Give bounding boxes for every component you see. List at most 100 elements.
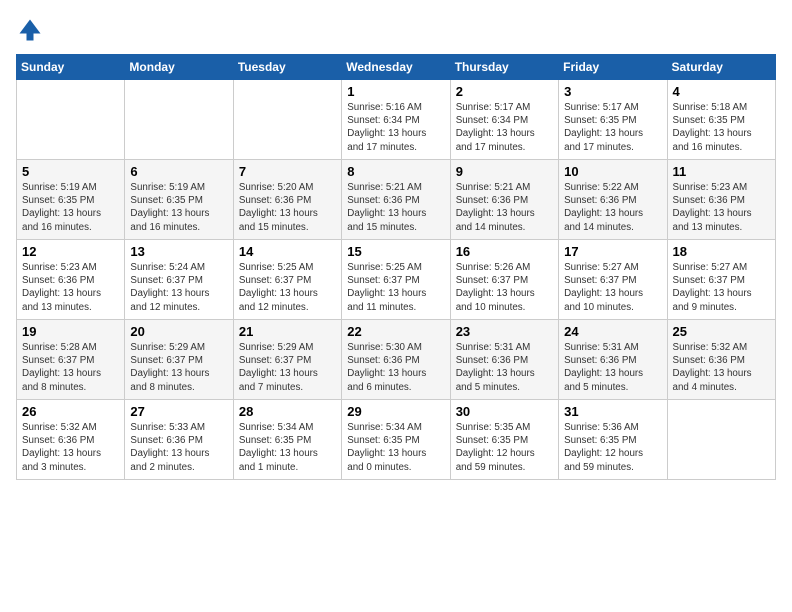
calendar-cell: 28Sunrise: 5:34 AM Sunset: 6:35 PM Dayli… bbox=[233, 400, 341, 480]
calendar-cell: 1 Sunrise: 5:16 AM Sunset: 6:34 PM Daylig… bbox=[342, 80, 450, 160]
calendar-cell: 31 Sunrise: 5:36 AM Sunset: 6:35 PM Dayli… bbox=[559, 400, 667, 480]
day-number: 15 bbox=[347, 244, 444, 259]
day-number: 29 bbox=[347, 404, 444, 419]
calendar-cell: 16Sunrise: 5:26 AM Sunset: 6:37 PM Dayli… bbox=[450, 240, 558, 320]
calendar-cell: 25 Sunrise: 5:32 AM Sunset: 6:36 PM Dayli… bbox=[667, 320, 775, 400]
day-info: Sunrise: 5:21 AM Sunset: 6:36 PM Dayligh… bbox=[456, 181, 553, 234]
day-info: Sunrise: 5:29 AM Sunset: 6:37 PM Dayligh… bbox=[239, 341, 336, 394]
calendar-table: SundayMondayTuesdayWednesdayThursdayFrid… bbox=[16, 54, 776, 480]
day-info: Sunrise: 5:20 AM Sunset: 6:36 PM Dayligh… bbox=[239, 181, 336, 234]
day-number: 24 bbox=[564, 324, 661, 339]
calendar-cell: 30 Sunrise: 5:35 AM Sunset: 6:35 PM Dayli… bbox=[450, 400, 558, 480]
calendar-cell bbox=[667, 400, 775, 480]
calendar-cell: 10 Sunrise: 5:22 AM Sunset: 6:36 PM Dayli… bbox=[559, 160, 667, 240]
day-info: Sunrise: 5:21 AM Sunset: 6:36 PM Dayligh… bbox=[347, 181, 444, 234]
calendar-cell: 11 Sunrise: 5:23 AM Sunset: 6:36 PM Dayli… bbox=[667, 160, 775, 240]
day-info: Sunrise: 5:27 AM Sunset: 6:37 PM Dayligh… bbox=[564, 261, 661, 314]
day-number: 5 bbox=[22, 164, 119, 179]
calendar-cell: 24 Sunrise: 5:31 AM Sunset: 6:36 PM Dayli… bbox=[559, 320, 667, 400]
day-number: 6 bbox=[130, 164, 227, 179]
day-number: 31 bbox=[564, 404, 661, 419]
day-info: Sunrise: 5:30 AM Sunset: 6:36 PM Dayligh… bbox=[347, 341, 444, 394]
day-info: Sunrise: 5:34 AM Sunset: 6:35 PM Dayligh… bbox=[347, 421, 444, 474]
day-number: 7 bbox=[239, 164, 336, 179]
day-number: 13 bbox=[130, 244, 227, 259]
day-number: 4 bbox=[673, 84, 770, 99]
logo bbox=[16, 16, 48, 44]
day-info: Sunrise: 5:29 AM Sunset: 6:37 PM Dayligh… bbox=[130, 341, 227, 394]
calendar-cell: 29 Sunrise: 5:34 AM Sunset: 6:35 PM Dayli… bbox=[342, 400, 450, 480]
day-info: Sunrise: 5:23 AM Sunset: 6:36 PM Dayligh… bbox=[22, 261, 119, 314]
col-header-saturday: Saturday bbox=[667, 55, 775, 80]
col-header-sunday: Sunday bbox=[17, 55, 125, 80]
day-number: 11 bbox=[673, 164, 770, 179]
day-info: Sunrise: 5:32 AM Sunset: 6:36 PM Dayligh… bbox=[673, 341, 770, 394]
calendar-cell bbox=[17, 80, 125, 160]
day-number: 2 bbox=[456, 84, 553, 99]
day-number: 8 bbox=[347, 164, 444, 179]
day-number: 3 bbox=[564, 84, 661, 99]
logo-icon bbox=[16, 16, 44, 44]
calendar-cell: 23 Sunrise: 5:31 AM Sunset: 6:36 PM Dayli… bbox=[450, 320, 558, 400]
day-number: 21 bbox=[239, 324, 336, 339]
day-number: 23 bbox=[456, 324, 553, 339]
day-number: 30 bbox=[456, 404, 553, 419]
calendar-cell: 3 Sunrise: 5:17 AM Sunset: 6:35 PM Daylig… bbox=[559, 80, 667, 160]
day-info: Sunrise: 5:18 AM Sunset: 6:35 PM Dayligh… bbox=[673, 101, 770, 154]
day-info: Sunrise: 5:22 AM Sunset: 6:36 PM Dayligh… bbox=[564, 181, 661, 234]
day-number: 1 bbox=[347, 84, 444, 99]
day-info: Sunrise: 5:31 AM Sunset: 6:36 PM Dayligh… bbox=[564, 341, 661, 394]
day-number: 20 bbox=[130, 324, 227, 339]
day-info: Sunrise: 5:23 AM Sunset: 6:36 PM Dayligh… bbox=[673, 181, 770, 234]
calendar-cell: 19 Sunrise: 5:28 AM Sunset: 6:37 PM Dayli… bbox=[17, 320, 125, 400]
calendar-cell: 21 Sunrise: 5:29 AM Sunset: 6:37 PM Dayli… bbox=[233, 320, 341, 400]
calendar-cell: 18 Sunrise: 5:27 AM Sunset: 6:37 PM Dayli… bbox=[667, 240, 775, 320]
day-info: Sunrise: 5:33 AM Sunset: 6:36 PM Dayligh… bbox=[130, 421, 227, 474]
day-number: 12 bbox=[22, 244, 119, 259]
day-number: 27 bbox=[130, 404, 227, 419]
day-info: Sunrise: 5:17 AM Sunset: 6:34 PM Dayligh… bbox=[456, 101, 553, 154]
day-number: 9 bbox=[456, 164, 553, 179]
col-header-thursday: Thursday bbox=[450, 55, 558, 80]
day-info: Sunrise: 5:36 AM Sunset: 6:35 PM Dayligh… bbox=[564, 421, 661, 474]
calendar-cell: 20 Sunrise: 5:29 AM Sunset: 6:37 PM Dayli… bbox=[125, 320, 233, 400]
calendar-cell bbox=[233, 80, 341, 160]
calendar-cell: 5Sunrise: 5:19 AM Sunset: 6:35 PM Daylig… bbox=[17, 160, 125, 240]
calendar-cell: 27 Sunrise: 5:33 AM Sunset: 6:36 PM Dayli… bbox=[125, 400, 233, 480]
header bbox=[16, 16, 776, 44]
calendar-cell: 14Sunrise: 5:25 AM Sunset: 6:37 PM Dayli… bbox=[233, 240, 341, 320]
day-info: Sunrise: 5:26 AM Sunset: 6:37 PM Dayligh… bbox=[456, 261, 553, 314]
day-info: Sunrise: 5:27 AM Sunset: 6:37 PM Dayligh… bbox=[673, 261, 770, 314]
day-number: 17 bbox=[564, 244, 661, 259]
col-header-tuesday: Tuesday bbox=[233, 55, 341, 80]
calendar-cell: 12 Sunrise: 5:23 AM Sunset: 6:36 PM Dayli… bbox=[17, 240, 125, 320]
calendar-cell: 9 Sunrise: 5:21 AM Sunset: 6:36 PM Daylig… bbox=[450, 160, 558, 240]
calendar-cell: 13Sunrise: 5:24 AM Sunset: 6:37 PM Dayli… bbox=[125, 240, 233, 320]
col-header-monday: Monday bbox=[125, 55, 233, 80]
day-number: 25 bbox=[673, 324, 770, 339]
day-number: 10 bbox=[564, 164, 661, 179]
calendar-cell: 7 Sunrise: 5:20 AM Sunset: 6:36 PM Daylig… bbox=[233, 160, 341, 240]
calendar-cell: 15 Sunrise: 5:25 AM Sunset: 6:37 PM Dayli… bbox=[342, 240, 450, 320]
day-info: Sunrise: 5:35 AM Sunset: 6:35 PM Dayligh… bbox=[456, 421, 553, 474]
calendar-cell: 26 Sunrise: 5:32 AM Sunset: 6:36 PM Dayli… bbox=[17, 400, 125, 480]
day-info: Sunrise: 5:32 AM Sunset: 6:36 PM Dayligh… bbox=[22, 421, 119, 474]
col-header-wednesday: Wednesday bbox=[342, 55, 450, 80]
calendar-cell: 4 Sunrise: 5:18 AM Sunset: 6:35 PM Daylig… bbox=[667, 80, 775, 160]
day-info: Sunrise: 5:25 AM Sunset: 6:37 PM Dayligh… bbox=[239, 261, 336, 314]
calendar-cell: 8 Sunrise: 5:21 AM Sunset: 6:36 PM Daylig… bbox=[342, 160, 450, 240]
day-number: 26 bbox=[22, 404, 119, 419]
day-number: 28 bbox=[239, 404, 336, 419]
day-info: Sunrise: 5:19 AM Sunset: 6:35 PM Dayligh… bbox=[130, 181, 227, 234]
day-info: Sunrise: 5:16 AM Sunset: 6:34 PM Dayligh… bbox=[347, 101, 444, 154]
day-number: 18 bbox=[673, 244, 770, 259]
calendar-cell: 2 Sunrise: 5:17 AM Sunset: 6:34 PM Daylig… bbox=[450, 80, 558, 160]
day-info: Sunrise: 5:25 AM Sunset: 6:37 PM Dayligh… bbox=[347, 261, 444, 314]
day-info: Sunrise: 5:17 AM Sunset: 6:35 PM Dayligh… bbox=[564, 101, 661, 154]
day-number: 22 bbox=[347, 324, 444, 339]
day-info: Sunrise: 5:28 AM Sunset: 6:37 PM Dayligh… bbox=[22, 341, 119, 394]
calendar-cell: 6 Sunrise: 5:19 AM Sunset: 6:35 PM Daylig… bbox=[125, 160, 233, 240]
day-number: 19 bbox=[22, 324, 119, 339]
day-info: Sunrise: 5:31 AM Sunset: 6:36 PM Dayligh… bbox=[456, 341, 553, 394]
col-header-friday: Friday bbox=[559, 55, 667, 80]
